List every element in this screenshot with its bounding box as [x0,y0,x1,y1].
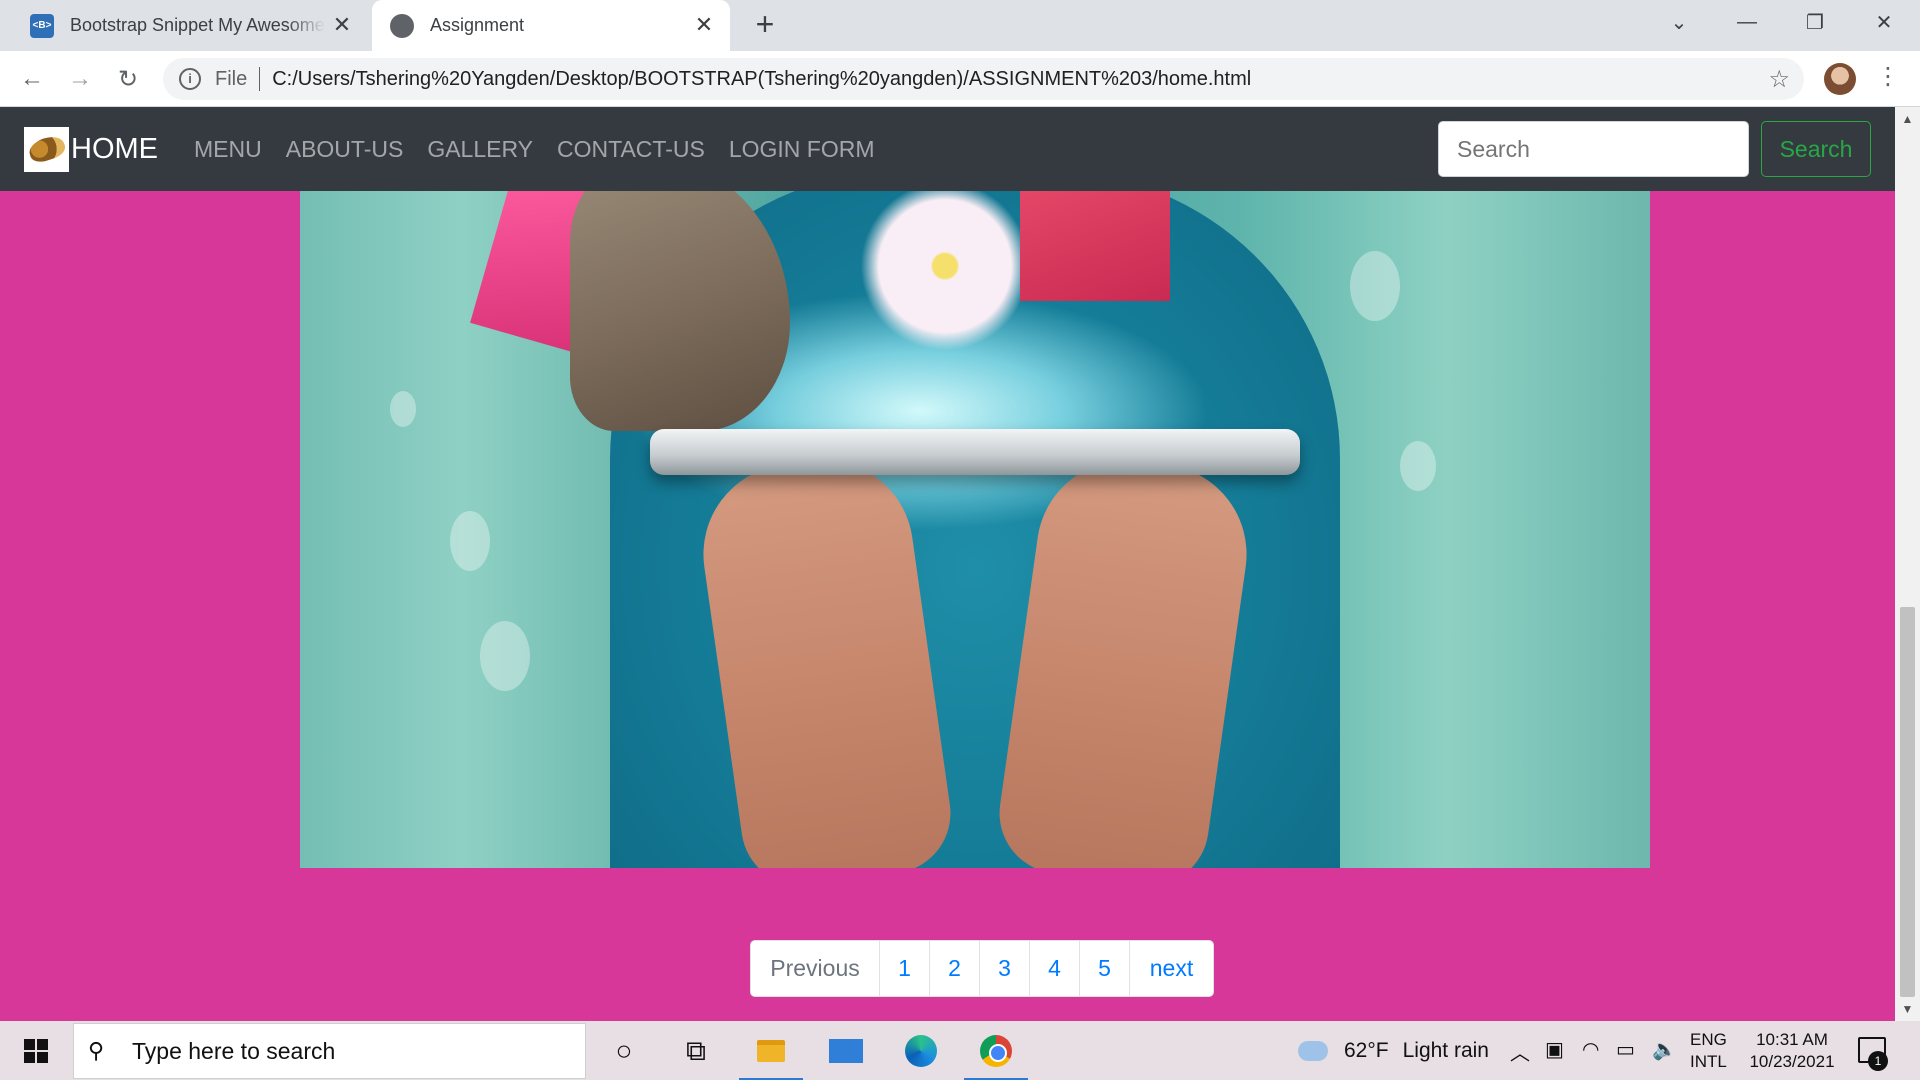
nav-link-login-form[interactable]: LOGIN FORM [717,136,887,163]
navbar-brand[interactable]: HOME [24,126,158,172]
meet-now-icon[interactable]: ▣ [1545,1037,1564,1062]
weather-widget[interactable]: 62°F Light rain [1298,1021,1489,1080]
browser-menu-icon[interactable]: ⋮ [1876,65,1900,89]
navbar-search-form: Search [1438,121,1871,177]
nav-link-gallery[interactable]: GALLERY [415,136,545,163]
pagination-page-1[interactable]: 1 [879,941,929,996]
tab-title: Bootstrap Snippet My Awesome Navbar [70,15,325,35]
nav-links: MENU ABOUT-US GALLERY CONTACT-US LOGIN F… [182,136,886,163]
back-arrow-icon[interactable]: ← [16,63,48,95]
bootstrap-icon: <B> [30,13,54,38]
gift-box-shape [1020,191,1170,301]
file-explorer-icon[interactable] [735,1027,807,1080]
close-window-button[interactable]: ✕ [1850,0,1918,44]
hero-image [300,191,1650,868]
battery-icon[interactable]: ▭ [1616,1037,1635,1062]
brand-logo-icon [24,126,69,172]
page-scrollbar[interactable]: ▲ ▼ [1895,107,1920,1021]
pagination-page-4[interactable]: 4 [1029,941,1079,996]
notification-count-badge: 1 [1868,1051,1888,1071]
globe-icon [390,13,414,38]
weather-condition: Light rain [1402,1038,1489,1062]
minimize-button[interactable]: — [1713,0,1781,44]
search-icon: ⚲ [88,1038,105,1063]
file-scheme-label: File [215,67,248,90]
nav-link-about-us[interactable]: ABOUT-US [274,136,416,163]
input-language-indicator[interactable]: ENG INTL [1690,1029,1727,1073]
browser-toolbar: ← → ↻ i File C:/Users/Tshering%20Yangden… [0,51,1920,107]
chrome-browser-icon[interactable] [960,1027,1032,1080]
edge-browser-icon[interactable] [885,1027,957,1075]
reload-icon[interactable]: ↻ [112,63,144,95]
nav-link-contact-us[interactable]: CONTACT-US [545,136,717,163]
scroll-up-arrow-icon[interactable]: ▲ [1895,109,1920,129]
cortana-icon[interactable]: ○ [588,1027,660,1075]
show-hidden-icons-chevron-icon[interactable]: ︿ [1510,1037,1530,1066]
site-info-icon[interactable]: i [179,68,201,90]
system-clock[interactable]: 10:31 AM 10/23/2021 [1742,1029,1842,1073]
windows-start-icon[interactable] [24,1039,48,1063]
search-input[interactable] [1438,121,1749,177]
tab-assignment[interactable]: Assignment ✕ [372,0,730,51]
new-tab-button[interactable]: + [748,8,782,42]
mail-icon[interactable] [810,1027,882,1075]
pagination-next[interactable]: next [1129,941,1213,996]
clock-date: 10/23/2021 [1749,1052,1835,1071]
site-navbar: HOME MENU ABOUT-US GALLERY CONTACT-US LO… [0,107,1895,191]
bookmark-star-icon[interactable]: ☆ [1768,65,1790,94]
pagination: Previous 1 2 3 4 5 next [750,940,1214,997]
tab-bootstrap-snippet[interactable]: <B> Bootstrap Snippet My Awesome Navbar … [10,0,368,51]
nav-link-menu[interactable]: MENU [182,136,274,163]
address-separator [259,67,261,91]
weather-temperature: 62°F [1344,1038,1389,1062]
taskbar-search-placeholder: Type here to search [132,1037,336,1064]
address-bar[interactable]: i File C:/Users/Tshering%20Yangden/Deskt… [163,58,1804,100]
language-code: ENG [1690,1030,1727,1049]
tab-search-chevron-icon[interactable]: ⌄ [1645,0,1713,44]
forward-arrow-icon[interactable]: → [64,63,96,95]
brand-text[interactable]: HOME [71,133,158,166]
keyboard-layout: INTL [1690,1052,1727,1071]
tablet-device-shape [650,429,1300,475]
task-view-icon[interactable]: ⧉ [660,1027,732,1075]
tab-title: Assignment [430,15,525,35]
wifi-icon[interactable]: ◠ [1582,1037,1599,1062]
close-tab-icon[interactable]: ✕ [692,13,716,37]
restore-button[interactable]: ❐ [1781,0,1849,44]
pagination-previous[interactable]: Previous [751,941,879,996]
volume-muted-icon[interactable]: 🔈 [1652,1037,1677,1062]
pagination-page-3[interactable]: 3 [979,941,1029,996]
pagination-page-5[interactable]: 5 [1079,941,1129,996]
close-tab-icon[interactable]: ✕ [330,13,354,37]
pagination-page-2[interactable]: 2 [929,941,979,996]
windows-taskbar: ⚲ Type here to search ○ ⧉ 62°F Light rai… [0,1021,1920,1080]
scroll-down-arrow-icon[interactable]: ▼ [1895,999,1920,1019]
rain-cloud-icon [1298,1040,1328,1061]
clock-time: 10:31 AM [1756,1030,1828,1049]
profile-avatar[interactable] [1824,63,1856,95]
browser-tab-bar: <B> Bootstrap Snippet My Awesome Navbar … [0,0,1920,51]
search-button[interactable]: Search [1761,121,1871,177]
url-text[interactable]: C:/Users/Tshering%20Yangden/Desktop/BOOT… [272,68,1251,91]
high-heel-shape [570,191,790,431]
taskbar-search-box[interactable]: ⚲ Type here to search [73,1023,586,1079]
scrollbar-thumb[interactable] [1900,607,1915,997]
